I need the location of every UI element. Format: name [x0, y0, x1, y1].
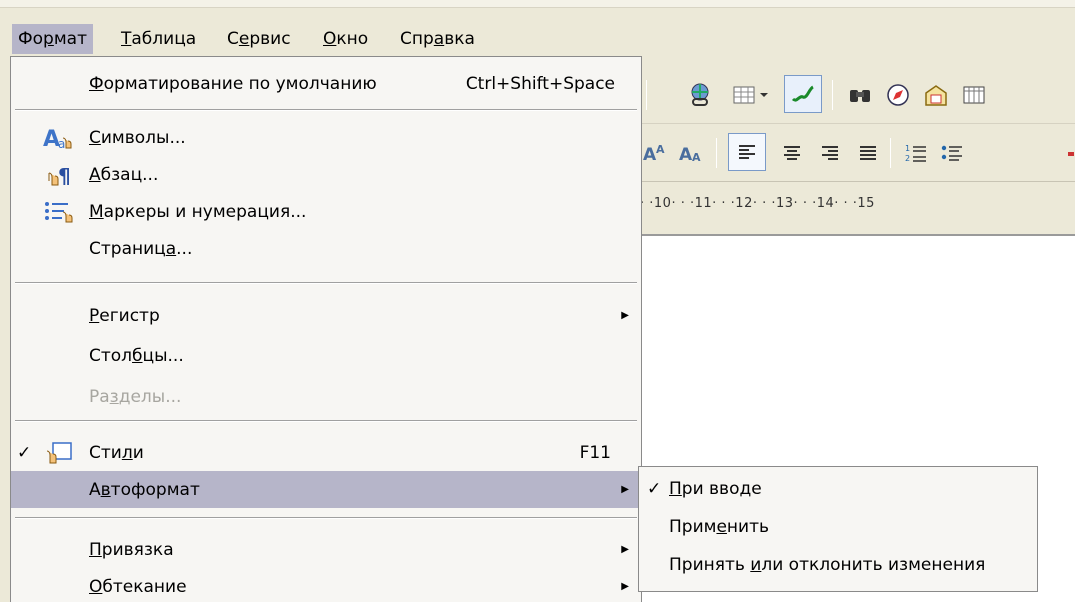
autoformat-submenu: ✓ При вводе Применить Принять или отклон… — [638, 466, 1038, 592]
increase-font-icon[interactable]: AA — [640, 137, 672, 169]
submenu-item-apply[interactable]: Применить — [639, 509, 1037, 545]
find-replace-icon[interactable] — [844, 79, 876, 111]
align-center-icon[interactable] — [776, 137, 808, 169]
paragraph-format-icon: ¶ — [41, 160, 77, 190]
justify-icon[interactable] — [852, 137, 884, 169]
numbering-icon[interactable]: 12 — [900, 137, 932, 169]
menu-item-case[interactable]: Регистр ▶ — [11, 297, 641, 334]
format-menu: Форматирование по умолчанию Ctrl+Shift+S… — [10, 56, 642, 602]
menu-item-columns[interactable]: Столбцы... — [11, 337, 641, 374]
svg-text:A: A — [656, 143, 665, 156]
align-right-icon[interactable] — [814, 137, 846, 169]
submenu-arrow-icon: ▶ — [621, 484, 629, 495]
check-icon: ✓ — [647, 479, 662, 499]
hyperlink-icon[interactable] — [684, 79, 716, 111]
menu-item-characters[interactable]: Aa Символы... — [11, 119, 641, 156]
styles-icon — [41, 438, 77, 468]
menu-item-page[interactable]: Страница... — [11, 230, 641, 267]
menu-window[interactable]: Окно — [317, 24, 374, 54]
submenu-arrow-icon: ▶ — [621, 581, 629, 592]
submenu-arrow-icon: ▶ — [621, 544, 629, 555]
standard-toolbar — [640, 66, 1075, 124]
svg-text:a: a — [58, 137, 65, 151]
svg-text:A: A — [692, 151, 701, 164]
submenu-arrow-icon: ▶ — [621, 310, 629, 321]
svg-text:A: A — [643, 145, 657, 164]
submenu-item-apply-and-edit[interactable]: Принять или отклонить изменения — [639, 547, 1037, 583]
table-dropdown-arrow-icon[interactable] — [756, 79, 772, 111]
formatting-toolbar: AA AA 12 — [640, 124, 1075, 182]
svg-text:A: A — [679, 145, 693, 164]
menu-item-bullets-numbering[interactable]: Маркеры и нумерация... — [11, 193, 641, 230]
svg-text:1: 1 — [905, 144, 910, 153]
check-icon: ✓ — [17, 442, 32, 463]
menu-table[interactable]: Таблица — [115, 24, 202, 54]
gallery-icon[interactable] — [920, 79, 952, 111]
align-left-icon[interactable] — [728, 133, 766, 171]
menu-item-default-formatting[interactable]: Форматирование по умолчанию Ctrl+Shift+S… — [11, 65, 641, 102]
ruler-numbers: · ·10· · ·11· · ·12· · ·13· · ·14· · ·15 — [640, 196, 875, 211]
show-draw-functions-icon[interactable] — [784, 75, 822, 113]
menu-item-autoformat[interactable]: Автоформат ▶ — [11, 471, 641, 508]
decrease-font-icon[interactable]: AA — [676, 137, 708, 169]
menu-item-paragraph[interactable]: ¶ Абзац... — [11, 156, 641, 193]
data-sources-icon[interactable] — [958, 79, 990, 111]
menu-tools[interactable]: Сервис — [221, 24, 297, 54]
menu-format[interactable]: Формат — [12, 24, 93, 54]
bullets-numbering-icon — [41, 197, 77, 227]
bullets-icon[interactable] — [936, 137, 968, 169]
menu-item-sections: Разделы... — [89, 386, 182, 407]
navigator-icon[interactable] — [882, 79, 914, 111]
svg-text:¶: ¶ — [58, 164, 71, 188]
svg-text:2: 2 — [905, 154, 910, 163]
character-format-icon: Aa — [41, 123, 77, 153]
menu-help[interactable]: Справка — [394, 24, 481, 54]
ruler: · ·10· · ·11· · ·12· · ·13· · ·14· · ·15 — [640, 182, 1075, 236]
menu-item-styles[interactable]: ✓ Стили F11 — [11, 434, 641, 471]
submenu-item-while-typing[interactable]: ✓ При вводе — [639, 471, 1037, 507]
menu-item-wrap[interactable]: Обтекание ▶ — [11, 568, 641, 602]
menu-item-anchor[interactable]: Привязка ▶ — [11, 531, 641, 568]
